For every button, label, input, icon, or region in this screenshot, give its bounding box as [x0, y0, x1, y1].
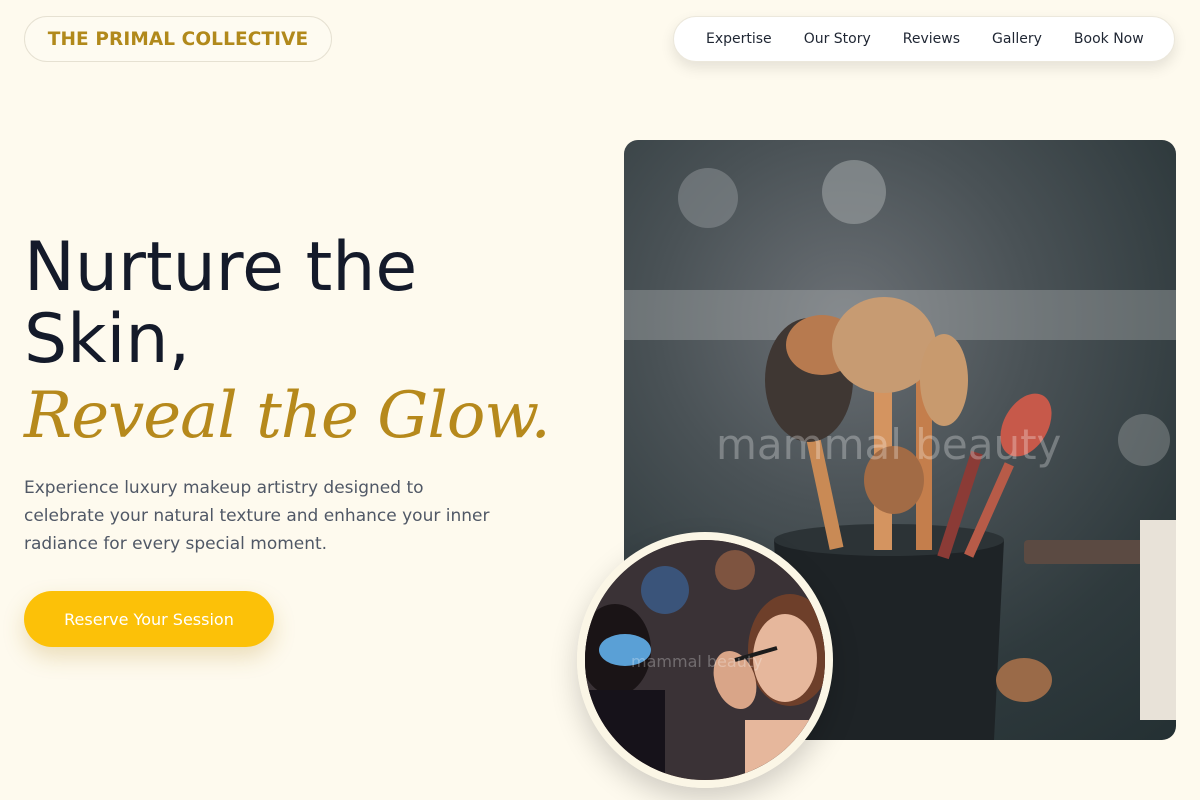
- hero-headline-accent: Reveal the Glow.: [24, 379, 551, 453]
- nav-link-gallery[interactable]: Gallery: [976, 31, 1058, 47]
- hero-headline: Nurture the Skin,: [24, 232, 417, 376]
- nav-link-expertise[interactable]: Expertise: [690, 31, 788, 47]
- hero-description: Experience luxury makeup artistry design…: [24, 478, 490, 554]
- makeup-artist-photo: mammal beauty: [577, 532, 833, 788]
- reserve-session-button[interactable]: Reserve Your Session: [24, 591, 274, 647]
- brand-logo[interactable]: THE PRIMAL COLLECTIVE: [24, 16, 332, 62]
- hero-headline-line1: Nurture the: [24, 228, 418, 307]
- main-nav: Expertise Our Story Reviews Gallery Book…: [673, 16, 1175, 62]
- hero-headline-line2: Skin,: [24, 300, 191, 379]
- nav-link-our-story[interactable]: Our Story: [788, 31, 887, 47]
- brand-name: THE PRIMAL COLLECTIVE: [47, 28, 309, 50]
- main-photo-watermark: mammal beauty: [716, 420, 1062, 469]
- nav-link-reviews[interactable]: Reviews: [887, 31, 976, 47]
- circle-photo-watermark: mammal beauty: [631, 652, 763, 671]
- nav-link-book-now[interactable]: Book Now: [1058, 31, 1160, 47]
